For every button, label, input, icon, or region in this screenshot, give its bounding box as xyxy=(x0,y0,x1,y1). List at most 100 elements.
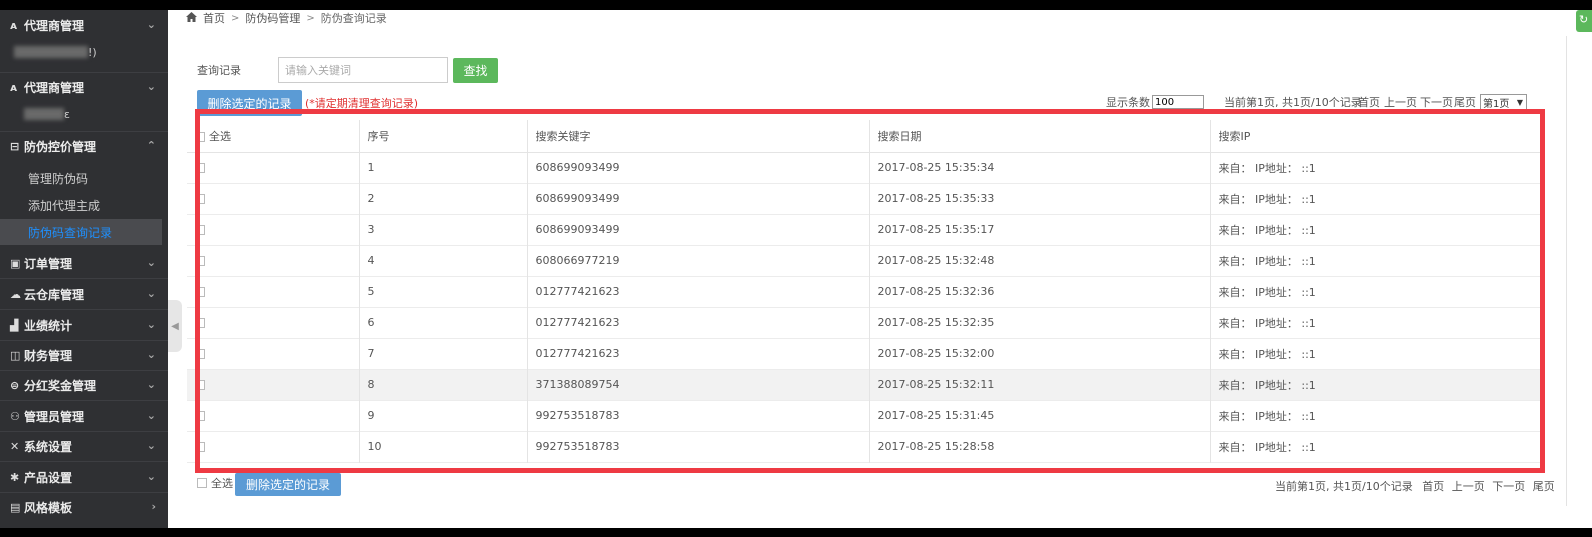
sidebar-item-system-settings[interactable]: ✕ 系统设置 ⌄ xyxy=(0,431,168,461)
sidebar-item-label: 系统设置 xyxy=(24,439,73,454)
header-date: 搜索日期 xyxy=(868,120,1210,153)
cell-index: 5 xyxy=(358,276,527,307)
cell-index: 3 xyxy=(358,214,527,245)
sidebar-item-agent-management[interactable]: ᴀ 代理商管理 ⌄ xyxy=(0,10,168,40)
select-all-checkbox[interactable] xyxy=(195,131,205,142)
cell-keyword: 371388089754 xyxy=(526,369,869,400)
sidebar-item-performance[interactable]: ▟ 业绩统计 ⌄ xyxy=(0,310,168,340)
row-checkbox[interactable] xyxy=(195,318,205,328)
order-icon: ▣ xyxy=(10,256,21,270)
blurred-suffix: !) xyxy=(88,46,97,59)
cell-keyword: 608699093499 xyxy=(526,152,869,183)
sidebar-subitem-add-agent[interactable]: 添加代理主成 xyxy=(0,192,162,218)
next-page-link[interactable]: 下一页 xyxy=(1420,94,1453,110)
bottom-delete-selected-button[interactable]: 删除选定的记录 xyxy=(235,473,341,496)
records-table: 全选 序号 搜索关键字 搜索日期 搜索IP 1 608699093499 201… xyxy=(187,120,1545,463)
bottom-page-info: 当前第1页, 共1页/10个记录 xyxy=(1275,480,1413,493)
page-size-input[interactable] xyxy=(1152,95,1204,109)
header-label: 全选 xyxy=(209,129,231,143)
search-input[interactable] xyxy=(278,57,448,83)
header-keyword: 搜索关键字 xyxy=(526,120,869,153)
breadcrumb-home[interactable]: 首页 xyxy=(203,10,225,26)
refresh-button[interactable]: ↻ xyxy=(1576,10,1592,32)
sidebar-item-anticounterfeit[interactable]: ⊟ 防伪控价管理 ⌃ xyxy=(0,131,168,161)
header-ip: 搜索IP xyxy=(1209,120,1545,153)
table-header-row: 全选 序号 搜索关键字 搜索日期 搜索IP xyxy=(187,120,1545,153)
sidebar-subitem-manage-codes[interactable]: 管理防伪码 xyxy=(0,165,162,191)
breadcrumb-anticounterfeit[interactable]: 防伪码管理 xyxy=(245,10,300,26)
sidebar-item-style-templates[interactable]: ▤ 风格模板 › xyxy=(0,492,168,522)
sidebar-item-label: 云仓库管理 xyxy=(24,287,85,302)
finance-icon: ◫ xyxy=(10,348,21,362)
sidebar-item-label: 产品设置 xyxy=(24,470,73,485)
sidebar-item-orders[interactable]: ▣ 订单管理 ⌄ xyxy=(0,248,168,278)
chevron-down-icon: ⌄ xyxy=(146,348,156,361)
page-select[interactable]: 第1页 ▼ xyxy=(1480,94,1527,110)
cell-ip: 来自： IP地址： ::1 xyxy=(1209,338,1545,369)
cloud-icon: ☁ xyxy=(10,287,21,301)
cell-date: 2017-08-25 15:31:45 xyxy=(868,400,1210,431)
page-size-label: 显示条数 xyxy=(1106,96,1150,109)
prev-page-link[interactable]: 上一页 xyxy=(1384,94,1417,110)
gear-icon: ✱ xyxy=(10,470,20,484)
bottom-select-all-label: 全选 xyxy=(211,477,233,490)
chevron-down-icon: ⌄ xyxy=(146,470,156,483)
top-black-bar xyxy=(0,0,1592,10)
sidebar-item-admins[interactable]: ⚇ 管理员管理 ⌄ xyxy=(0,401,168,431)
blurred-suffix: ɛ xyxy=(64,108,70,121)
cell-date: 2017-08-25 15:35:34 xyxy=(868,152,1210,183)
cell-date: 2017-08-25 15:32:35 xyxy=(868,307,1210,338)
search-button[interactable]: 查找 xyxy=(453,58,498,83)
sidebar-subitem-label: 添加代理主成 xyxy=(28,198,101,213)
sidebar-item-cloud-warehouse[interactable]: ☁ 云仓库管理 ⌄ xyxy=(0,279,168,309)
cell-index: 8 xyxy=(358,369,527,400)
bottom-first-page-link[interactable]: 首页 xyxy=(1422,480,1444,493)
cell-index: 2 xyxy=(358,183,527,214)
row-checkbox[interactable] xyxy=(195,349,205,359)
person-icon: ᴀ xyxy=(10,80,18,94)
header-select-all[interactable]: 全选 xyxy=(187,120,359,153)
chevron-down-icon: ⌄ xyxy=(146,18,156,31)
row-checkbox[interactable] xyxy=(195,411,205,421)
chevron-down-icon: ⌄ xyxy=(146,439,156,452)
bottom-last-page-link[interactable]: 尾页 xyxy=(1533,480,1555,493)
chevron-down-icon: ⌄ xyxy=(146,318,156,331)
sidebar-subitem-label: 防伪码查询记录 xyxy=(28,225,113,240)
first-page-link[interactable]: 首页 xyxy=(1358,94,1380,110)
chevron-down-icon: ⌄ xyxy=(146,287,156,300)
cell-keyword: 012777421623 xyxy=(526,338,869,369)
row-checkbox[interactable] xyxy=(195,225,205,235)
sidebar-item-bonus[interactable]: ⊜ 分红奖金管理 ⌄ xyxy=(0,370,168,400)
table-row: 1 608699093499 2017-08-25 15:35:34 来自： I… xyxy=(187,152,1545,183)
sidebar-collapse-toggle[interactable]: ◀ xyxy=(168,300,182,352)
row-checkbox[interactable] xyxy=(195,194,205,204)
sidebar-item-agent-management-2[interactable]: ᴀ 代理商管理 ⌄ xyxy=(0,72,168,102)
cell-keyword: 608699093499 xyxy=(526,183,869,214)
sidebar-item-finance[interactable]: ◫ 财务管理 ⌄ xyxy=(0,340,168,370)
sidebar-subitem-query-records[interactable]: 防伪码查询记录 xyxy=(0,219,162,245)
cell-keyword: 012777421623 xyxy=(526,276,869,307)
chevron-down-icon: ⌄ xyxy=(146,256,156,269)
row-checkbox[interactable] xyxy=(195,163,205,173)
row-checkbox[interactable] xyxy=(195,287,205,297)
sidebar-item-label: 管理员管理 xyxy=(24,409,85,424)
chevron-down-icon: ⌄ xyxy=(146,409,156,422)
delete-selected-button[interactable]: 删除选定的记录 xyxy=(197,90,302,116)
row-checkbox[interactable] xyxy=(195,256,205,266)
cell-date: 2017-08-25 15:28:58 xyxy=(868,431,1210,462)
sidebar-item-product-settings[interactable]: ✱ 产品设置 ⌄ xyxy=(0,462,168,492)
row-checkbox[interactable] xyxy=(195,442,205,452)
bottom-pager: 当前第1页, 共1页/10个记录 首页 上一页 下一页 尾页 xyxy=(1275,478,1555,494)
bottom-next-page-link[interactable]: 下一页 xyxy=(1492,480,1525,493)
page-info: 当前第1页, 共1页/10个记录 xyxy=(1224,96,1362,109)
sidebar-item-label: 风格模板 xyxy=(24,500,73,515)
bottom-select-all-checkbox[interactable] xyxy=(197,478,207,488)
sidebar-item-label: 分红奖金管理 xyxy=(24,378,97,393)
refresh-icon: ↻ xyxy=(1579,13,1589,26)
sidebar-subitem-label: 管理防伪码 xyxy=(28,171,89,186)
last-page-link[interactable]: 尾页 xyxy=(1454,94,1476,110)
dropdown-arrow-icon: ▼ xyxy=(1516,97,1523,107)
row-checkbox[interactable] xyxy=(195,380,205,390)
bonus-icon: ⊜ xyxy=(10,378,20,392)
bottom-prev-page-link[interactable]: 上一页 xyxy=(1452,480,1485,493)
